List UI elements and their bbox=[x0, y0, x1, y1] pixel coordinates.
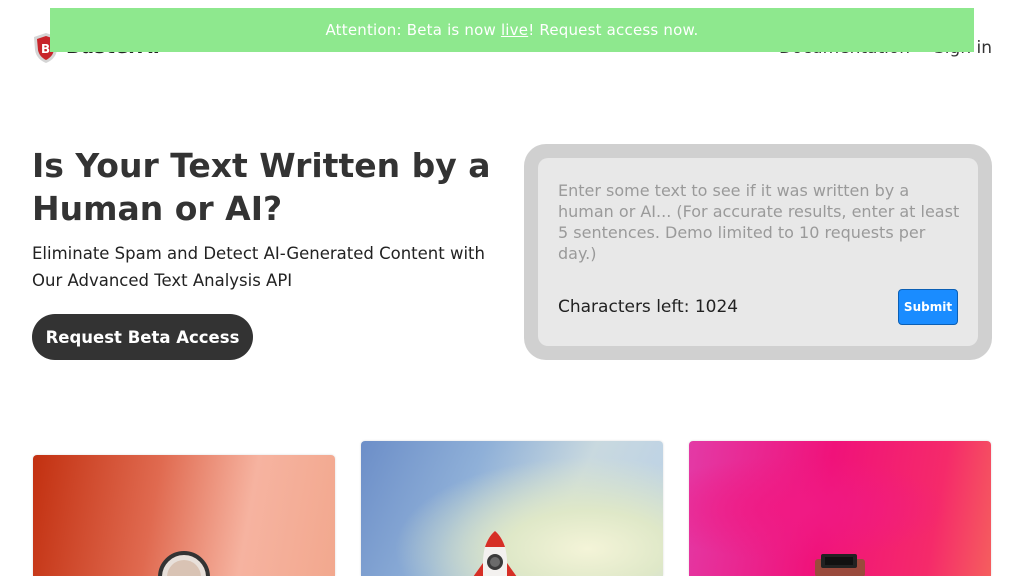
hero-title: Is Your Text Written by a Human or AI? bbox=[32, 146, 491, 228]
demo-panel-inner: Characters left: 1024 Submit bbox=[538, 158, 978, 346]
characters-left-counter: Characters left: 1024 bbox=[558, 297, 739, 317]
feature-card-2 bbox=[361, 441, 663, 576]
request-beta-access-button[interactable]: Request Beta Access bbox=[32, 314, 253, 360]
svg-text:B: B bbox=[41, 42, 50, 56]
feature-card-3 bbox=[689, 441, 991, 576]
submit-button[interactable]: Submit bbox=[898, 289, 958, 325]
banner-text-prefix: Attention: Beta is now bbox=[325, 21, 501, 39]
demo-panel: Characters left: 1024 Submit bbox=[524, 144, 992, 360]
feature-card-1 bbox=[33, 455, 335, 576]
person-illustration-icon bbox=[158, 551, 210, 576]
hero-subtitle: Eliminate Spam and Detect AI-Generated C… bbox=[32, 244, 485, 290]
rocket-illustration-icon bbox=[473, 531, 517, 576]
banner-text-suffix: ! Request access now. bbox=[528, 21, 699, 39]
demo-text-input[interactable] bbox=[558, 180, 962, 270]
clipboard-illustration-icon bbox=[815, 554, 865, 576]
beta-announcement-banner: Attention: Beta is now live! Request acc… bbox=[50, 8, 974, 52]
banner-live-link[interactable]: live bbox=[501, 21, 528, 39]
